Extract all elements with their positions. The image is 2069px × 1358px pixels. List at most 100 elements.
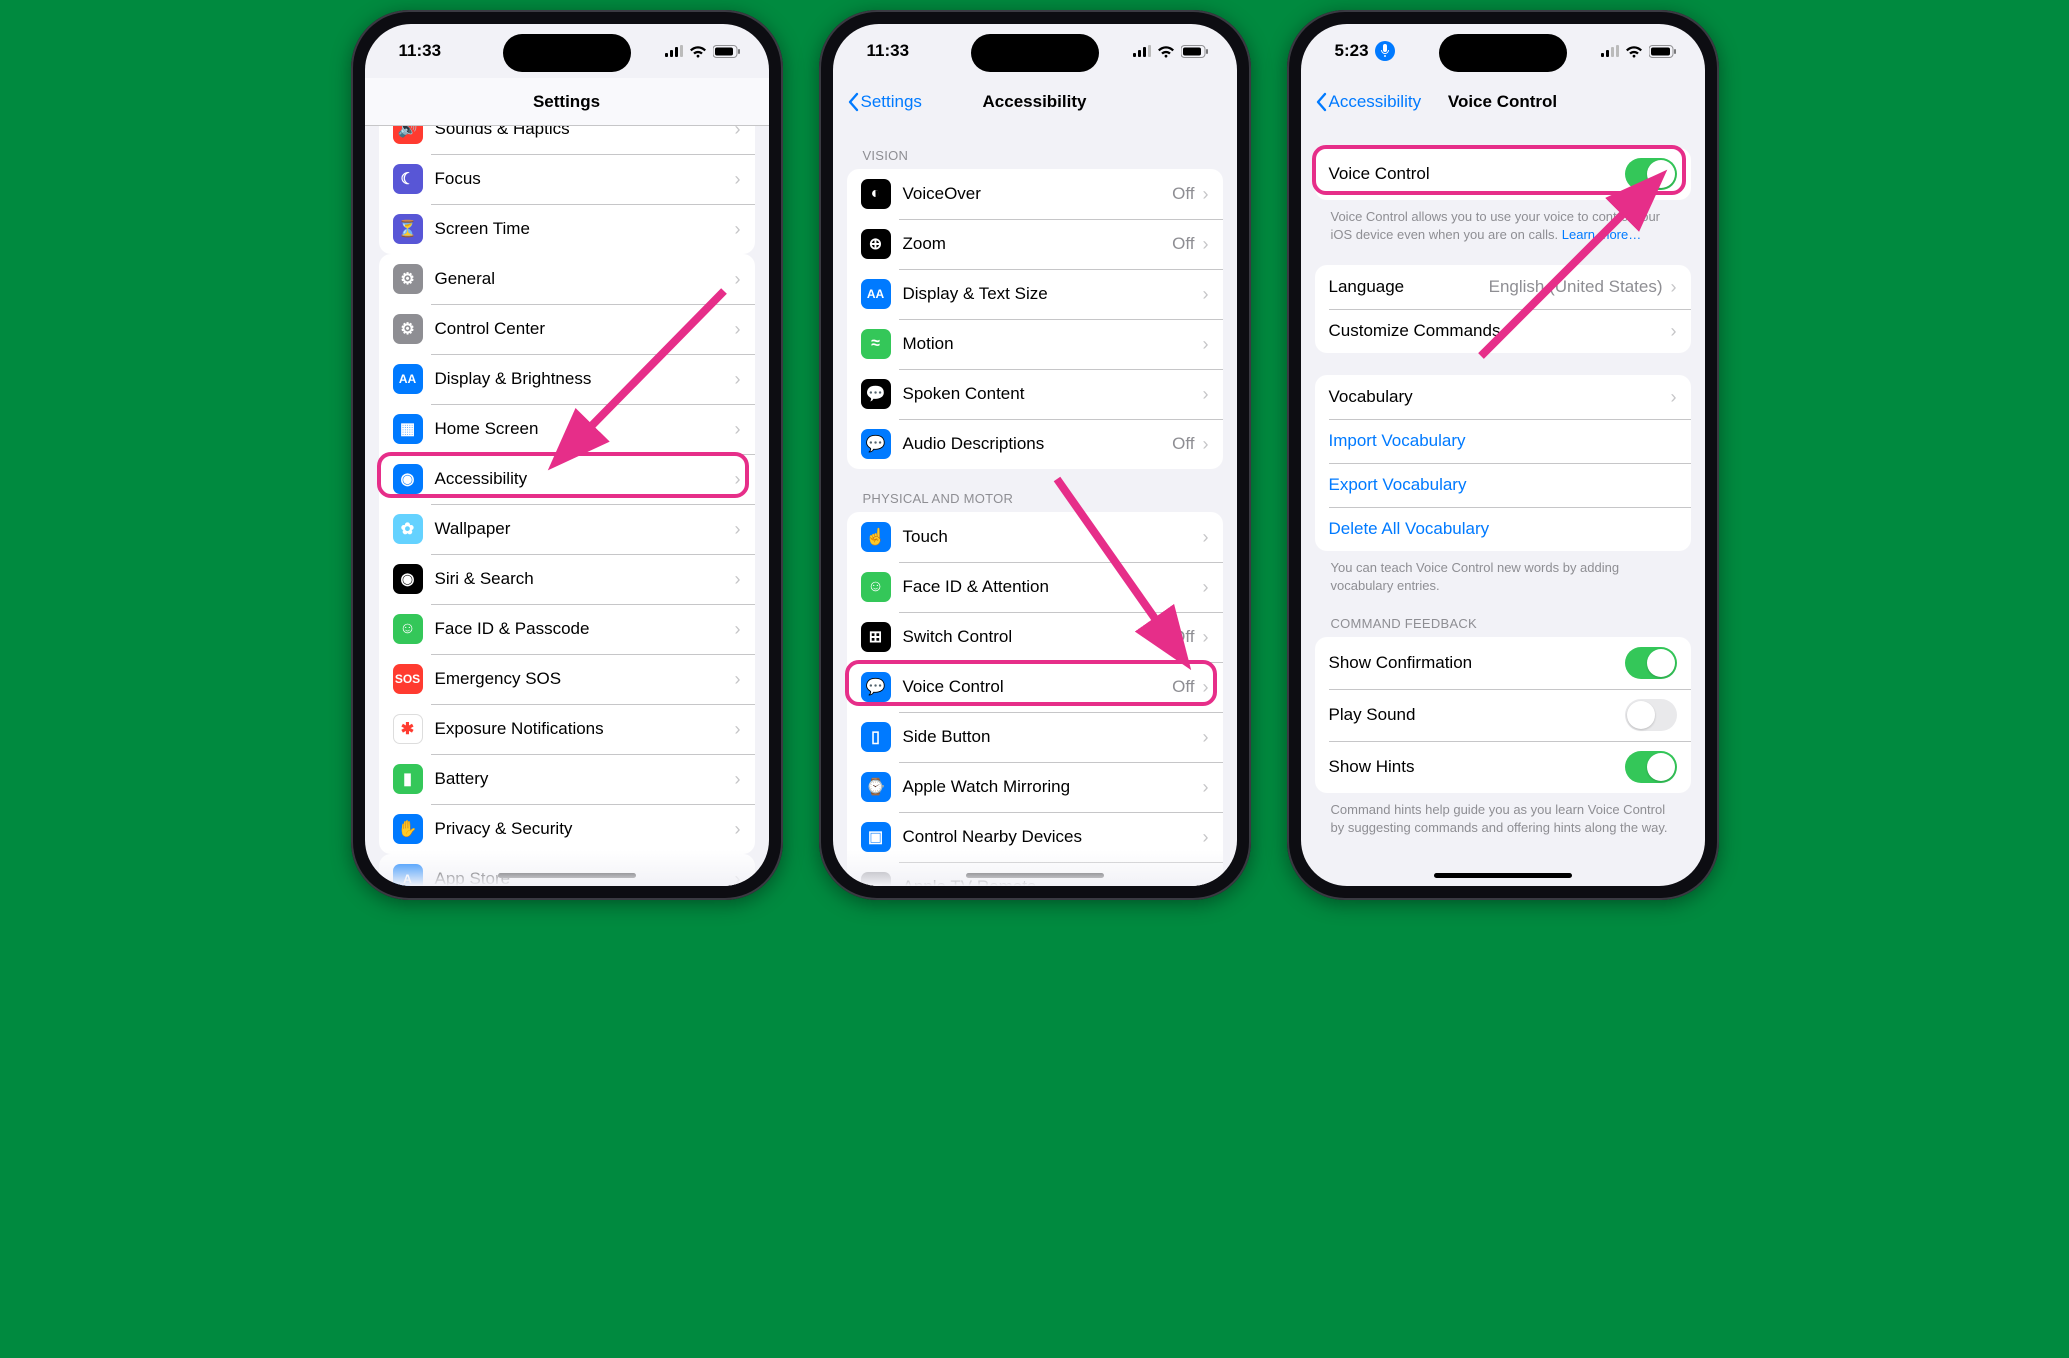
row-label: Screen Time — [435, 219, 735, 239]
watch-icon: ⌚ — [861, 772, 891, 802]
chevron-right-icon: › — [1203, 877, 1209, 887]
row-label: Display & Brightness — [435, 369, 735, 389]
phone-2: 11:33 Settings Accessibility VISION◐Voic… — [819, 10, 1251, 900]
home-indicator[interactable] — [498, 873, 636, 878]
row-label: Face ID & Attention — [903, 577, 1203, 597]
row-motion[interactable]: ≈Motion› — [847, 319, 1223, 369]
row-touch[interactable]: ☝Touch› — [847, 512, 1223, 562]
nav-title: Settings — [365, 92, 769, 112]
row-label: Zoom — [903, 234, 1173, 254]
row-label: General — [435, 269, 735, 289]
row-label: Apple Watch Mirroring — [903, 777, 1203, 797]
chevron-right-icon: › — [735, 269, 741, 290]
row-label: Motion — [903, 334, 1203, 354]
row-vocabulary[interactable]: Vocabulary› — [1315, 375, 1691, 419]
content[interactable]: 🔊Sounds & Haptics›☾Focus›⏳Screen Time› ⚙… — [365, 126, 769, 886]
row-label: Display & Text Size — [903, 284, 1203, 304]
toggle[interactable] — [1625, 751, 1677, 783]
row-label: Battery — [435, 769, 735, 789]
row-label: Control Center — [435, 319, 735, 339]
content[interactable]: VISION◐VoiceOverOff›⊕ZoomOff›AADisplay &… — [833, 126, 1237, 886]
row-zoom[interactable]: ⊕ZoomOff› — [847, 219, 1223, 269]
row-side-button[interactable]: ▯Side Button› — [847, 712, 1223, 762]
row-label: Wallpaper — [435, 519, 735, 539]
wifi-icon — [1157, 45, 1175, 58]
chevron-right-icon: › — [735, 169, 741, 190]
phone-3: 5:23 Accessibility Voice Control — [1287, 10, 1719, 900]
row-display-brightness[interactable]: AADisplay & Brightness› — [379, 354, 755, 404]
zoom-icon: ⊕ — [861, 229, 891, 259]
row-voiceover[interactable]: ◐VoiceOverOff› — [847, 169, 1223, 219]
dynamic-island — [503, 34, 631, 72]
row-battery[interactable]: ▮Battery› — [379, 754, 755, 804]
row-wallpaper[interactable]: ✿Wallpaper› — [379, 504, 755, 554]
back-button[interactable]: Settings — [847, 92, 922, 112]
row-label: Audio Descriptions — [903, 434, 1173, 454]
nav-bar: Settings — [365, 78, 769, 126]
chevron-right-icon: › — [1203, 727, 1209, 748]
signal-icon — [1133, 45, 1151, 57]
chevron-right-icon: › — [1203, 184, 1209, 205]
screen-settings: 11:33 Settings 🔊Sounds & Haptics›☾Focus›… — [365, 24, 769, 886]
row-sounds-haptics[interactable]: 🔊Sounds & Haptics› — [379, 126, 755, 154]
row-delete-all-vocabulary[interactable]: Delete All Vocabulary — [1315, 507, 1691, 551]
chevron-right-icon: › — [735, 219, 741, 240]
row-display-text-size[interactable]: AADisplay & Text Size› — [847, 269, 1223, 319]
row-label: Customize Commands — [1329, 321, 1671, 341]
toggle[interactable] — [1625, 699, 1677, 731]
row-show-confirmation[interactable]: Show Confirmation — [1315, 637, 1691, 689]
home-indicator[interactable] — [966, 873, 1104, 878]
virus-icon: ✱ — [393, 714, 423, 744]
chevron-right-icon: › — [1203, 627, 1209, 648]
row-label: Emergency SOS — [435, 669, 735, 689]
row-exposure-notifications[interactable]: ✱Exposure Notifications› — [379, 704, 755, 754]
row-language[interactable]: LanguageEnglish (United States)› — [1315, 265, 1691, 309]
hourglass-icon: ⏳ — [393, 214, 423, 244]
row-face-id-attention[interactable]: ☺Face ID & Attention› — [847, 562, 1223, 612]
signal-icon — [665, 45, 683, 57]
row-customize-commands[interactable]: Customize Commands› — [1315, 309, 1691, 353]
person-icon: ◉ — [393, 464, 423, 494]
row-control-center[interactable]: ⚙Control Center› — [379, 304, 755, 354]
chevron-right-icon: › — [1203, 577, 1209, 598]
screen-accessibility: 11:33 Settings Accessibility VISION◐Voic… — [833, 24, 1237, 886]
row-apple-watch-mirroring[interactable]: ⌚Apple Watch Mirroring› — [847, 762, 1223, 812]
row-export-vocabulary[interactable]: Export Vocabulary — [1315, 463, 1691, 507]
row-screen-time[interactable]: ⏳ Screen Time› — [379, 204, 755, 254]
moon-icon: ☾ — [393, 164, 423, 194]
speaker-icon: 🔊 — [393, 126, 423, 144]
toggle[interactable] — [1625, 647, 1677, 679]
content[interactable]: Voice Control Voice Control allows you t… — [1301, 126, 1705, 886]
row-emergency-sos[interactable]: SOSEmergency SOS› — [379, 654, 755, 704]
row-face-id-passcode[interactable]: ☺Face ID & Passcode› — [379, 604, 755, 654]
row-app-store[interactable]: AApp Store› — [379, 854, 755, 886]
chevron-right-icon: › — [1671, 387, 1677, 408]
row-focus[interactable]: ☾Focus› — [379, 154, 755, 204]
row-privacy-security[interactable]: ✋Privacy & Security› — [379, 804, 755, 854]
row-label: Spoken Content — [903, 384, 1203, 404]
motion-icon: ≈ — [861, 329, 891, 359]
row-spoken-content[interactable]: 💬Spoken Content› — [847, 369, 1223, 419]
chevron-right-icon: › — [735, 319, 741, 340]
row-switch-control[interactable]: ⊞Switch ControlOff› — [847, 612, 1223, 662]
wifi-icon — [689, 45, 707, 58]
status-time: 11:33 — [399, 41, 442, 61]
row-general[interactable]: ⚙︎General› — [379, 254, 755, 304]
row-play-sound[interactable]: Play Sound — [1315, 689, 1691, 741]
row-label: Delete All Vocabulary — [1329, 519, 1677, 539]
learn-more-link[interactable]: Learn more… — [1562, 227, 1641, 242]
voice-control-toggle[interactable] — [1625, 158, 1677, 190]
back-button[interactable]: Accessibility — [1315, 92, 1422, 112]
home-indicator[interactable] — [1434, 873, 1572, 878]
row-import-vocabulary[interactable]: Import Vocabulary — [1315, 419, 1691, 463]
row-siri-search[interactable]: ◉Siri & Search› — [379, 554, 755, 604]
row-control-nearby-devices[interactable]: ▣Control Nearby Devices› — [847, 812, 1223, 862]
row-home-screen[interactable]: ▦Home Screen› — [379, 404, 755, 454]
row-voice-control-toggle[interactable]: Voice Control — [1315, 148, 1691, 200]
row-accessibility[interactable]: ◉Accessibility› — [379, 454, 755, 504]
row-audio-descriptions[interactable]: 💬Audio DescriptionsOff› — [847, 419, 1223, 469]
row-show-hints[interactable]: Show Hints — [1315, 741, 1691, 793]
row-voice-control[interactable]: 💬Voice ControlOff› — [847, 662, 1223, 712]
battery-icon — [1649, 45, 1677, 58]
row-label: Show Confirmation — [1329, 653, 1625, 673]
